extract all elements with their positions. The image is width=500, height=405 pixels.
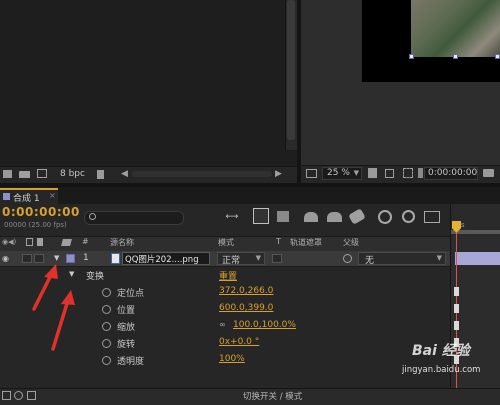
watermark: Bai 经验 jingyan.baidu.com — [400, 340, 500, 386]
annotation-arrowhead — [44, 264, 58, 279]
annotation-arrow-line — [51, 295, 71, 351]
annotation-arrowhead — [61, 290, 75, 305]
watermark-brand: Bai 经验 — [412, 343, 470, 359]
watermark-site: jingyan.baidu.com — [402, 365, 481, 375]
